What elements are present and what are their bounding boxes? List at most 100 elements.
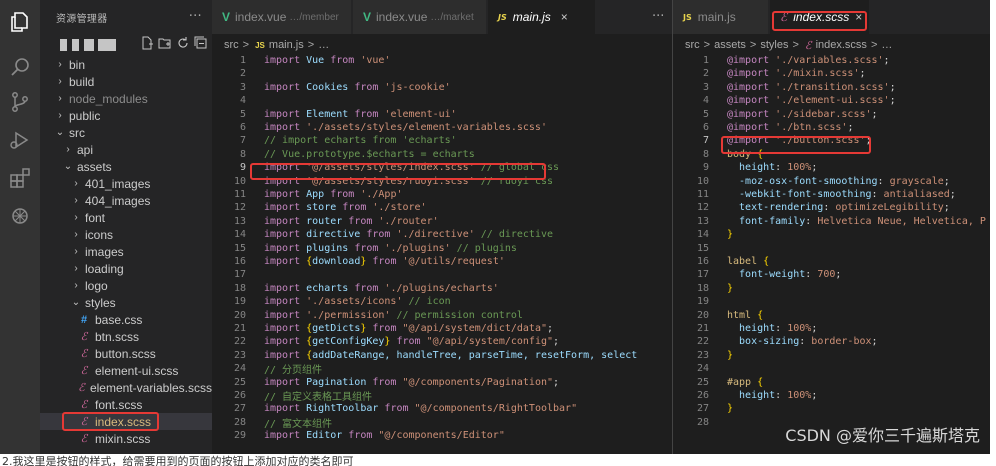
line-number: 29 [233, 430, 246, 442]
breadcrumb-tail[interactable]: … [318, 39, 329, 51]
project-name-redacted [98, 39, 116, 51]
line-number: 14 [696, 229, 709, 241]
breadcrumb-tail[interactable]: … [881, 39, 892, 51]
code-token: #app [727, 376, 752, 388]
tree-folder[interactable]: › font [40, 209, 212, 226]
explorer-more-icon[interactable]: ··· [189, 9, 202, 24]
line-number: 17 [696, 269, 709, 281]
editor-more-icon[interactable]: ··· [652, 9, 664, 24]
run-debug-icon[interactable] [8, 128, 32, 152]
tab-index-scss[interactable]: ℰ index.scss × [770, 0, 870, 34]
css-file-icon: # [80, 313, 88, 326]
line-number: 26 [696, 390, 709, 401]
explorer-title: 资源管理器 [56, 13, 108, 25]
tree-file[interactable]: ℰmixin.scss [40, 430, 212, 447]
tree-folder[interactable]: › loading [40, 260, 212, 277]
source-control-icon[interactable] [8, 90, 32, 114]
project-name-redacted [60, 39, 67, 51]
scss-file-icon: ℰ [80, 347, 88, 360]
code-line: 7 // import echarts from 'echarts' [212, 134, 457, 147]
code-token: @import [727, 81, 770, 93]
code-token: -moz-osx-font-smoothing [727, 175, 878, 187]
code-line: 14} [673, 228, 733, 241]
line-number: 4 [239, 95, 246, 107]
tree-folder[interactable]: › api [40, 141, 212, 158]
extensions-icon[interactable] [8, 166, 32, 190]
code-token: from [372, 376, 397, 388]
new-folder-icon[interactable] [158, 36, 172, 50]
tree-folder[interactable]: › icons [40, 226, 212, 243]
tab-close-icon[interactable]: × [561, 10, 568, 24]
tree-folder[interactable]: › 404_images [40, 192, 212, 209]
openai-extension-icon[interactable] [8, 204, 32, 228]
breadcrumb-folder[interactable]: src [224, 39, 239, 51]
tree-item-label: index.scss [95, 414, 152, 429]
code-token: ; [553, 376, 560, 388]
breadcrumb-folder[interactable]: styles [760, 39, 788, 51]
code-token: './button.scss' [769, 135, 866, 147]
code-token: from [366, 229, 391, 241]
tab-bar: V index.vue …/member V index.vue …/marke… [212, 0, 672, 34]
search-icon[interactable] [8, 55, 32, 79]
tree-folder[interactable]: › node_modules [40, 90, 212, 107]
tree-folder[interactable]: ⌄ src [40, 124, 212, 141]
tree-file[interactable]: ℰbutton.scss [40, 345, 212, 362]
tree-folder[interactable]: › images [40, 243, 212, 260]
tree-file[interactable]: ℰelement-ui.scss [40, 362, 212, 379]
js-file-icon: JS [498, 12, 507, 22]
line-number: 1 [702, 55, 709, 66]
tree-file[interactable]: # base.css [40, 311, 212, 328]
tree-folder[interactable]: › public [40, 107, 212, 124]
tab-index-vue-market[interactable]: V index.vue …/market [353, 0, 487, 34]
explorer-icon[interactable] [8, 10, 32, 34]
tree-folder[interactable]: › 401_images [40, 175, 212, 192]
tree-folder[interactable]: ⌄ assets [40, 158, 212, 175]
tab-close-icon[interactable]: × [855, 10, 862, 24]
tree-folder[interactable]: › build [40, 73, 212, 90]
breadcrumb-file[interactable]: index.scss [816, 39, 867, 51]
code-token: download [312, 256, 361, 267]
tree-folder[interactable]: › logo [40, 277, 212, 294]
code-token: from [366, 323, 397, 334]
line-number: 2 [239, 68, 246, 80]
breadcrumb-separator: > [870, 39, 878, 51]
code-line: 27 import RightToolbar from "@/components… [212, 402, 577, 415]
line-number: 11 [696, 189, 709, 200]
code-line: 26 // 自定义表格工具组件 [212, 389, 372, 403]
code-token: "@/components/Editor" [372, 430, 505, 442]
tab-main-js[interactable]: JS main.js × [488, 0, 596, 34]
tree-file[interactable]: ℰelement-variables.scss [40, 379, 212, 396]
tree-file[interactable]: ℰindex.scss [40, 413, 212, 430]
code-line: 11 -webkit-font-smoothing: antialiased; [673, 188, 956, 201]
scss-file-icon: ℰ [80, 432, 88, 445]
code-token: Pagination [300, 376, 373, 388]
breadcrumb-separator: > [703, 39, 711, 51]
code-token: Cookies [300, 81, 355, 93]
tab-main-js[interactable]: JS main.js [673, 0, 769, 34]
tab-index-vue-member[interactable]: V index.vue …/member [212, 0, 352, 34]
code-token: import [264, 323, 301, 334]
line-number: 17 [233, 269, 246, 281]
code-token: RightToolbar [300, 403, 385, 415]
new-file-icon[interactable] [140, 36, 154, 50]
scss-file-icon: ℰ [80, 330, 88, 343]
refresh-icon[interactable] [176, 36, 190, 50]
tree-folder[interactable]: › bin [40, 56, 212, 73]
code-token: './router' [372, 215, 439, 227]
collapse-all-icon[interactable] [194, 36, 208, 50]
code-token: import [264, 376, 301, 388]
tree-folder[interactable]: ⌄ styles [40, 294, 212, 311]
code-token: './btn.scss' [769, 122, 848, 133]
tree-file[interactable]: ℰfont.scss [40, 396, 212, 413]
breadcrumb-folder[interactable]: src [685, 39, 700, 51]
code-token: Vue [300, 55, 331, 66]
breadcrumb-folder[interactable]: assets [714, 39, 746, 51]
tree-item-label: logo [85, 278, 108, 293]
chevron-down-icon: ⌄ [55, 127, 65, 138]
code-token: import [264, 256, 301, 267]
breadcrumb-file[interactable]: main.js [269, 39, 304, 51]
line-number: 7 [239, 135, 246, 147]
code-token: grayscale [889, 175, 944, 187]
code-token: from [354, 81, 379, 93]
tree-file[interactable]: ℰbtn.scss [40, 328, 212, 345]
